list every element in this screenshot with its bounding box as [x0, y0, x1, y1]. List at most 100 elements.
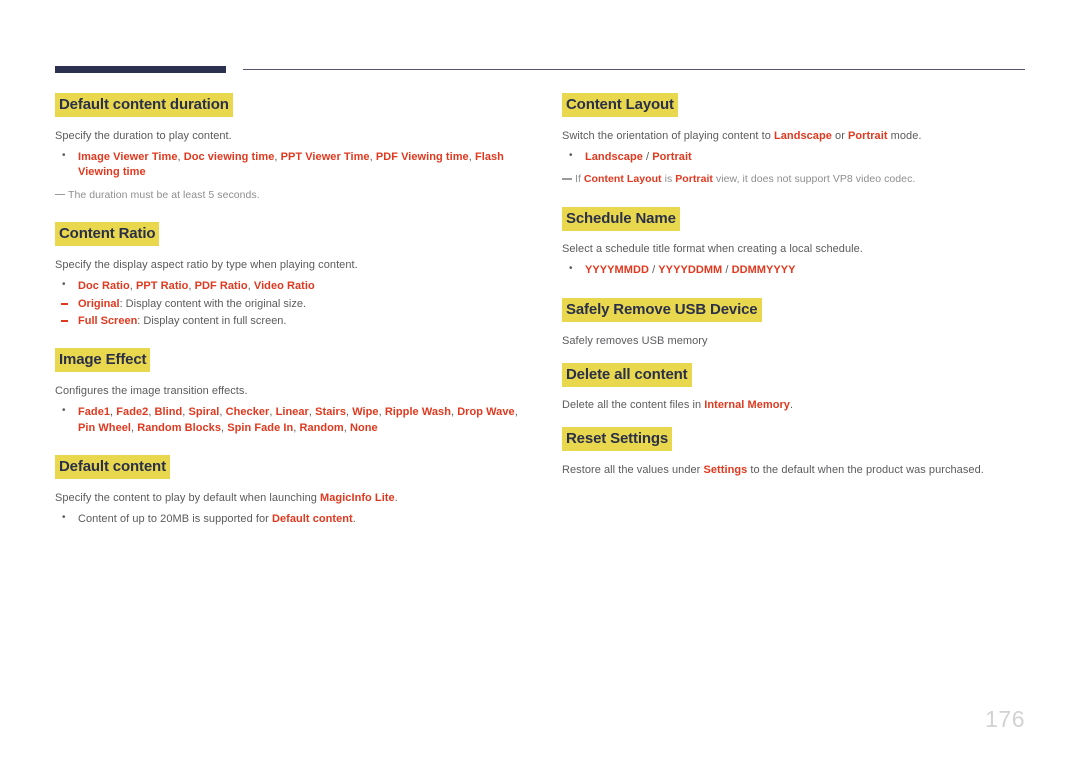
- section-heading-safely-remove-usb-device: Safely Remove USB Device: [562, 297, 1032, 322]
- emphasis-term: Stairs: [315, 406, 346, 419]
- text-run: ,: [514, 406, 518, 419]
- list-item: Original: Display content with the origi…: [55, 296, 525, 313]
- emphasis-term: MagicInfo Lite: [320, 492, 395, 505]
- text-run: If: [575, 173, 584, 186]
- section-body-content-layout: Switch the orientation of playing conten…: [562, 129, 1032, 145]
- section-body-image-effect: Configures the image transition effects.: [55, 385, 248, 398]
- header-rule-thin-line: [243, 69, 1025, 70]
- list-item: Content of up to 20MB is supported for D…: [55, 511, 525, 528]
- emphasis-term: PPT Ratio: [136, 279, 189, 292]
- emphasis-term: None: [349, 421, 378, 434]
- bullet-list-default-content: Content of up to 20MB is supported for D…: [55, 511, 525, 528]
- emphasis-term: Ripple Wash: [384, 406, 451, 419]
- section-heading-schedule-name: Schedule Name: [562, 206, 1032, 231]
- section-body-content-ratio: Specify the display aspect ratio by type…: [55, 258, 358, 271]
- emphasis-term: Linear: [275, 406, 309, 419]
- emphasis-term: Video Ratio: [253, 279, 315, 292]
- page-number: 176: [985, 706, 1025, 732]
- text-run: .: [352, 513, 356, 526]
- emphasis-term: YYYYDDMM: [658, 264, 723, 277]
- text-run: .: [789, 399, 794, 412]
- text-run: or: [831, 129, 849, 142]
- right-column: Content Layout Switch the orientation of…: [562, 93, 1032, 479]
- text-run: Content of up to 20MB is supported for: [78, 513, 272, 526]
- emphasis-term: Fade1: [78, 406, 111, 419]
- emphasis-term: Spiral: [188, 406, 220, 419]
- emphasis-term: Wipe: [352, 406, 379, 419]
- section-heading-label: Content Layout: [562, 93, 678, 117]
- section-heading-content-layout: Content Layout: [562, 93, 1032, 117]
- emphasis-term: Doc Ratio: [78, 279, 130, 292]
- text-run: Restore all the values under: [562, 463, 704, 476]
- section-body-default-content-duration: Specify the duration to play content.: [55, 129, 232, 142]
- emphasis-term: Blind: [154, 406, 183, 419]
- text-run: Delete all the content files in: [562, 399, 705, 412]
- section-body-delete-all-content: Delete all the content files in Internal…: [562, 398, 1032, 414]
- emphasis-term: Portrait: [848, 129, 888, 142]
- text-run: : Display content with the original size…: [119, 298, 307, 311]
- bullet-list-default-content-duration: Image Viewer Time, Doc viewing time, PPT…: [55, 149, 525, 181]
- section-heading-reset-settings: Reset Settings: [562, 427, 1032, 452]
- emphasis-term: Portrait: [652, 150, 692, 163]
- section-body-safely-remove-usb-device: Safely removes USB memory: [562, 334, 708, 347]
- section-heading-label: Content Ratio: [55, 222, 160, 247]
- emphasis-term: YYYYMMDD: [585, 264, 649, 277]
- section-heading-label: Schedule Name: [562, 206, 680, 231]
- section-heading-label: Safely Remove USB Device: [562, 297, 762, 322]
- emphasis-term: Random Blocks: [137, 421, 222, 434]
- section-heading-content-ratio: Content Ratio: [55, 222, 525, 247]
- sub-list-content-ratio: Original: Display content with the origi…: [55, 296, 525, 329]
- text-run: /: [642, 150, 653, 163]
- section-heading-default-content: Default content: [55, 455, 525, 480]
- header-rule-thick-bar: [55, 66, 226, 73]
- list-item: Full Screen: Display content in full scr…: [55, 313, 525, 330]
- emphasis-term: Fade2: [116, 406, 149, 419]
- text-run: /: [722, 264, 732, 277]
- section-body-schedule-name: Select a schedule title format when crea…: [562, 243, 863, 256]
- emphasis-term: Image Viewer Time: [78, 150, 178, 163]
- emphasis-term: Landscape: [585, 150, 643, 163]
- emphasis-term: Random: [299, 421, 344, 434]
- section-heading-label: Default content duration: [55, 93, 233, 117]
- bullet-list-schedule-name: YYYYMMDD / YYYYDDMM / DDMMYYYY: [562, 262, 1032, 279]
- bullet-list-content-ratio: Doc Ratio, PPT Ratio, PDF Ratio, Video R…: [55, 278, 525, 295]
- section-heading-default-content-duration: Default content duration: [55, 93, 525, 117]
- text-run: to the default when the product was purc…: [747, 463, 984, 476]
- bullet-list-image-effect: Fade1, Fade2, Blind, Spiral, Checker, Li…: [55, 404, 525, 436]
- list-item: YYYYMMDD / YYYYDDMM / DDMMYYYY: [562, 262, 1032, 279]
- text-run: .: [394, 492, 398, 505]
- emphasis-term: Spin Fade In: [227, 421, 294, 434]
- left-column: Default content duration Specify the dur…: [55, 93, 525, 528]
- section-heading-label: Image Effect: [55, 348, 151, 373]
- list-item: Image Viewer Time, Doc viewing time, PPT…: [55, 149, 525, 181]
- text-run: /: [648, 264, 659, 277]
- section-heading-image-effect: Image Effect: [55, 348, 525, 373]
- emphasis-term: Landscape: [774, 129, 832, 142]
- text-run: Specify the content to play by default w…: [55, 492, 321, 505]
- note-default-content-duration: The duration must be at least 5 seconds.: [55, 188, 525, 203]
- section-heading-label: Default content: [55, 455, 170, 480]
- list-item: Doc Ratio, PPT Ratio, PDF Ratio, Video R…: [55, 278, 525, 295]
- emphasis-term: PPT Viewer Time: [280, 150, 370, 163]
- emphasis-term: Internal Memory: [704, 399, 790, 412]
- emphasis-term: DDMMYYYY: [731, 264, 796, 277]
- emphasis-term: Settings: [703, 463, 748, 476]
- emphasis-term: Original: [78, 298, 120, 311]
- section-body-reset-settings: Restore all the values under Settings to…: [562, 463, 1032, 479]
- header-rule: [55, 64, 1025, 76]
- emphasis-term: Portrait: [675, 173, 713, 186]
- emphasis-term: Default content: [271, 513, 353, 526]
- section-heading-label: Delete all content: [562, 362, 692, 387]
- note-content-layout: If Content Layout is Portrait view, it d…: [562, 172, 1032, 187]
- emphasis-term: Doc viewing time: [183, 150, 275, 163]
- section-heading-delete-all-content: Delete all content: [562, 362, 1032, 387]
- emphasis-term: PDF Ratio: [194, 279, 248, 292]
- bullet-list-content-layout: Landscape / Portrait: [562, 149, 1032, 166]
- emphasis-term: Pin Wheel: [78, 421, 132, 434]
- text-run: mode.: [887, 129, 922, 142]
- text-run: : Display content in full screen.: [137, 314, 287, 327]
- emphasis-term: Drop Wave: [457, 406, 515, 419]
- section-heading-label: Reset Settings: [562, 427, 673, 452]
- manual-page: Default content duration Specify the dur…: [0, 0, 1080, 763]
- text-run: is: [661, 173, 676, 186]
